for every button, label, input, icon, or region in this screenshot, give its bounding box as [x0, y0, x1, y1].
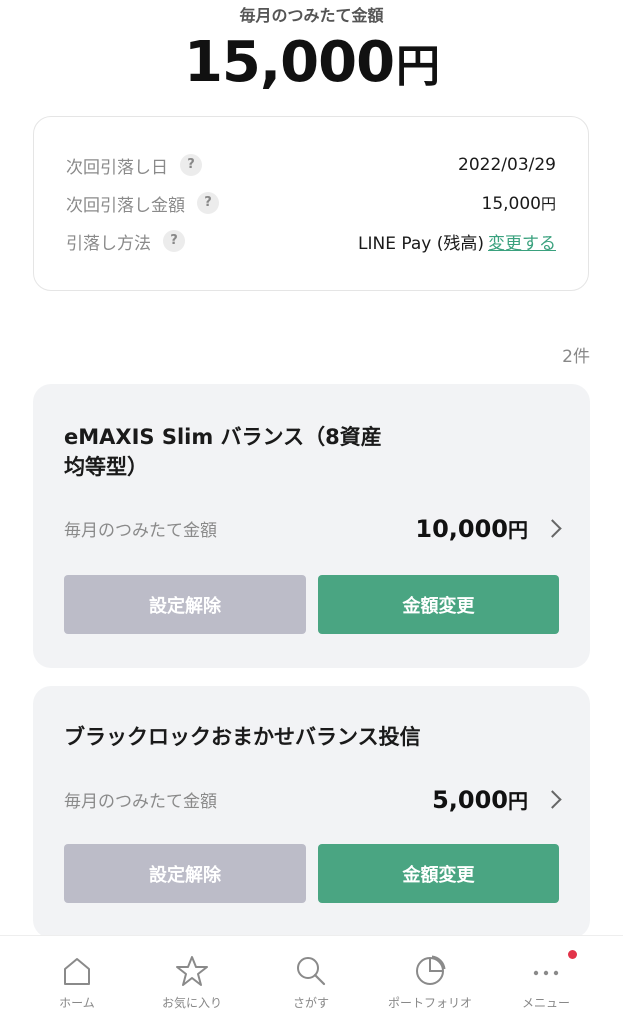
total-amount-yen: 円 — [396, 41, 440, 92]
debit-method-label: 引落し方法 — [66, 233, 151, 254]
next-debit-date-row: 次回引落し日 ? 2022/03/29 — [66, 150, 556, 180]
tab-favorites-label: お気に入り — [161, 996, 222, 1010]
fund-amount-row[interactable]: 毎月のつみたて金額 10,000円 — [64, 513, 563, 543]
bottom-tab-bar: ホーム お気に入り さがす ポートフォリオ メニュー — [0, 935, 623, 1025]
fund-amount-value: 5,000 — [432, 785, 508, 814]
next-debit-date-value: 2022/03/29 — [458, 155, 556, 175]
change-method-link[interactable]: 変更する — [488, 234, 556, 254]
fund-name: eMAXIS Slim バランス（8資産 均等型） — [64, 422, 382, 482]
fund-amount-row[interactable]: 毎月のつみたて金額 5,000円 — [64, 784, 563, 814]
fund-amount-yen: 円 — [508, 788, 528, 813]
tab-search[interactable]: さがす — [256, 936, 366, 1025]
cancel-setting-button[interactable]: 設定解除 — [64, 575, 306, 634]
total-monthly-amount: 15,000円 — [0, 30, 623, 95]
change-amount-button[interactable]: 金額変更 — [318, 575, 559, 634]
tab-portfolio[interactable]: ポートフォリオ — [375, 936, 485, 1025]
tab-menu[interactable]: メニュー — [491, 936, 601, 1025]
chevron-right-icon[interactable] — [543, 789, 562, 809]
fund-amount-label: 毎月のつみたて金額 — [64, 791, 217, 812]
tab-portfolio-label: ポートフォリオ — [387, 996, 472, 1010]
tab-menu-label: メニュー — [521, 996, 570, 1010]
next-debit-amount-value: 15,000円 — [482, 193, 557, 214]
chevron-right-icon[interactable] — [543, 518, 562, 538]
next-debit-amount-number: 15,000 — [481, 193, 541, 214]
total-amount-value: 15,000 — [183, 30, 395, 95]
next-debit-amount-row: 次回引落し金額 ? 15,000円 — [66, 188, 556, 218]
fund-amount: 10,000円 — [415, 514, 528, 543]
next-debit-amount-yen: 円 — [540, 194, 556, 213]
fund-card: eMAXIS Slim バランス（8資産 均等型） 毎月のつみたて金額 10,0… — [33, 384, 590, 668]
fund-amount-yen: 円 — [508, 517, 528, 542]
fund-amount-label: 毎月のつみたて金額 — [64, 520, 217, 541]
next-debit-amount-label: 次回引落し金額 — [66, 195, 185, 216]
fund-name-line: ブラックロックおまかせバランス投信 — [64, 725, 421, 749]
next-debit-date-label: 次回引落し日 — [66, 157, 168, 178]
fund-card: ブラックロックおまかせバランス投信 毎月のつみたて金額 5,000円 設定解除 … — [33, 686, 590, 938]
debit-info-card: 次回引落し日 ? 2022/03/29 次回引落し金額 ? 15,000円 引落… — [33, 116, 589, 291]
fund-name-line: 均等型） — [64, 455, 148, 479]
cancel-setting-button[interactable]: 設定解除 — [64, 844, 306, 903]
fund-name: ブラックロックおまかせバランス投信 — [64, 722, 421, 752]
debit-method-row: 引落し方法 ? LINE Pay (残高) 変更する — [66, 226, 556, 256]
tab-favorites[interactable]: お気に入り — [137, 936, 247, 1025]
fund-name-line: eMAXIS Slim バランス（8資産 — [64, 425, 382, 449]
tab-home[interactable]: ホーム — [22, 936, 132, 1025]
star-icon — [176, 956, 208, 986]
tab-home-label: ホーム — [59, 996, 95, 1010]
debit-method-text: LINE Pay (残高) — [358, 233, 484, 254]
pie-chart-icon — [416, 955, 446, 985]
change-amount-button[interactable]: 金額変更 — [318, 844, 559, 903]
fund-count: 2件 — [562, 347, 590, 367]
fund-amount: 5,000円 — [432, 785, 528, 814]
search-icon — [297, 957, 326, 986]
help-icon[interactable]: ? — [163, 230, 185, 252]
help-icon[interactable]: ? — [197, 192, 219, 214]
more-icon — [533, 970, 559, 976]
fund-amount-value: 10,000 — [415, 514, 508, 543]
monthly-amount-label: 毎月のつみたて金額 — [239, 6, 384, 25]
debit-method-value: LINE Pay (残高) 変更する — [358, 229, 556, 254]
notification-badge — [568, 950, 577, 959]
tab-search-label: さがす — [292, 996, 329, 1010]
home-icon — [64, 958, 90, 985]
help-icon[interactable]: ? — [180, 154, 202, 176]
